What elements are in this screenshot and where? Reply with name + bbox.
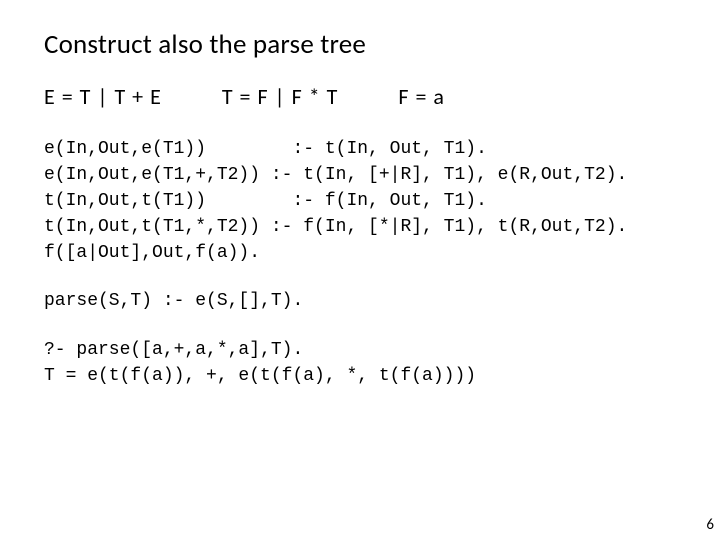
- grammar-e: E = T | T + E: [44, 83, 162, 110]
- query-block: ?- parse([a,+,a,*,a],T). T = e(t(f(a)), …: [44, 337, 676, 389]
- prolog-clauses: e(In,Out,e(T1)) :- t(In, Out, T1). e(In,…: [44, 136, 676, 266]
- parse-rule: parse(S,T) :- e(S,[],T).: [44, 288, 676, 314]
- clause-e2: e(In,Out,e(T1,+,T2)) :- t(In, [+|R], T1)…: [44, 165, 627, 185]
- grammar-f: F = a: [398, 83, 445, 110]
- clause-e1: e(In,Out,e(T1)) :- t(In, Out, T1).: [44, 139, 487, 159]
- page-number: 6: [706, 516, 714, 534]
- query-line: ?- parse([a,+,a,*,a],T).: [44, 340, 303, 360]
- clause-f: f([a|Out],Out,f(a)).: [44, 243, 260, 263]
- grammar-line: E = T | T + E T = F | F * T F = a: [44, 83, 676, 110]
- clause-t2: t(In,Out,t(T1,*,T2)) :- f(In, [*|R], T1)…: [44, 217, 627, 237]
- grammar-t: T = F | F * T: [222, 83, 339, 110]
- result-line: T = e(t(f(a)), +, e(t(f(a), *, t(f(a)))): [44, 366, 476, 386]
- clause-t1: t(In,Out,t(T1)) :- f(In, Out, T1).: [44, 191, 487, 211]
- slide-title: Construct also the parse tree: [44, 28, 676, 61]
